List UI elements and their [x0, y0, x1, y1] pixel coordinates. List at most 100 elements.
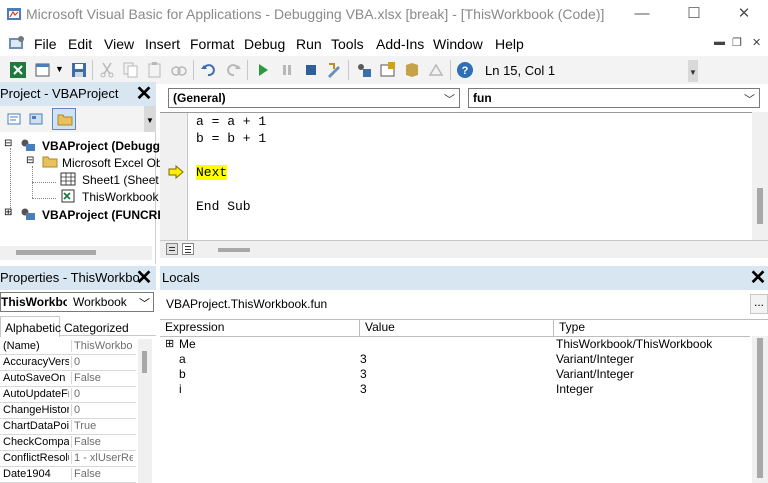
tree-node-vbaproject-debugging[interactable]: VBAProject (Debugg: [42, 139, 160, 153]
locals-close-icon[interactable]: ✕: [748, 268, 768, 288]
vba-app-icon: [7, 8, 21, 20]
properties-window-icon[interactable]: [379, 61, 397, 79]
locals-row[interactable]: i 3 Integer: [160, 382, 750, 397]
toggle-folders-button[interactable]: [52, 108, 76, 130]
property-row[interactable]: AutoUpdateFr 0: [0, 387, 136, 403]
cut-icon[interactable]: [98, 61, 116, 79]
full-module-view-button[interactable]: [182, 243, 194, 255]
break-icon[interactable]: [278, 61, 296, 79]
object-browser-icon[interactable]: [403, 61, 421, 79]
call-stack-button[interactable]: ...: [750, 294, 768, 314]
code-editor[interactable]: a = a + 1 b = b + 1 Next End Sub: [160, 112, 756, 241]
menu-run[interactable]: Run: [296, 36, 322, 52]
run-icon[interactable]: [254, 61, 272, 79]
tab-alphabetic[interactable]: Alphabetic: [0, 316, 61, 337]
object-type: Workbook: [73, 295, 127, 309]
tab-categorized[interactable]: Categorized: [64, 321, 129, 335]
procedure-combo[interactable]: fun ﹀: [468, 88, 760, 108]
project-explorer: Project - VBAProject ✕ ▼ ⊟ VBAProject (D…: [0, 82, 165, 264]
project-explorer-close-icon[interactable]: ✕: [134, 84, 154, 104]
redo-icon[interactable]: [224, 61, 242, 79]
title-bar: Microsoft Visual Basic for Applications …: [0, 0, 768, 30]
help-icon[interactable]: ?: [456, 61, 474, 79]
close-button[interactable]: ✕: [732, 4, 756, 24]
mdi-restore-button[interactable]: ❐: [732, 36, 742, 49]
margin-indicator-bar[interactable]: [160, 113, 188, 241]
menu-debug[interactable]: Debug: [244, 36, 285, 52]
paste-icon[interactable]: [146, 61, 164, 79]
tree-collapse-icon[interactable]: ⊟: [26, 155, 34, 166]
project-horizontal-scrollbar[interactable]: [0, 246, 152, 260]
property-row[interactable]: CheckCompat False: [0, 435, 136, 451]
property-row[interactable]: ChartDataPoir True: [0, 419, 136, 435]
column-header-expression[interactable]: Expression: [160, 320, 360, 336]
toolbox-icon[interactable]: [427, 61, 445, 79]
code-vertical-scrollbar[interactable]: [752, 112, 768, 240]
insert-userform-icon[interactable]: [34, 61, 52, 79]
property-row[interactable]: AccuracyVers 0: [0, 355, 136, 371]
menu-insert[interactable]: Insert: [145, 36, 180, 52]
properties-close-icon[interactable]: ✕: [134, 268, 154, 288]
copy-icon[interactable]: [122, 61, 140, 79]
design-mode-icon[interactable]: [326, 61, 344, 79]
toolbar-separator: [450, 60, 451, 80]
menu-tools[interactable]: Tools: [331, 36, 364, 52]
properties-vertical-scrollbar[interactable]: [138, 339, 152, 483]
minimize-button[interactable]: —: [630, 4, 654, 24]
menu-help[interactable]: Help: [495, 36, 524, 52]
object-combo-value: (General): [173, 91, 226, 105]
tree-node-sheet1[interactable]: Sheet1 (Sheet: [82, 173, 159, 187]
reset-icon[interactable]: [302, 61, 320, 79]
vba-project-icon[interactable]: [8, 35, 26, 51]
project-toolbar-overflow[interactable]: ▼: [144, 106, 156, 132]
column-header-type[interactable]: Type: [554, 320, 750, 336]
locals-row[interactable]: ⊞ Me ThisWorkbook/ThisWorkbook: [160, 337, 750, 352]
menu-view[interactable]: View: [104, 36, 134, 52]
save-icon[interactable]: [70, 61, 88, 79]
code-line: a = a + 1: [196, 114, 267, 129]
property-row[interactable]: (Name) ThisWorkbo: [0, 339, 136, 355]
menu-window[interactable]: Window: [433, 36, 483, 52]
menu-format[interactable]: Format: [190, 36, 234, 52]
property-row[interactable]: AutoSaveOn False: [0, 371, 136, 387]
tree-node-vbaproject-funcre[interactable]: VBAProject (FUNCRE: [42, 208, 165, 222]
code-line: End Sub: [196, 199, 251, 214]
expand-icon[interactable]: ⊞: [165, 337, 174, 350]
toolbar-options-handle[interactable]: ▼: [688, 60, 698, 82]
tree-expand-icon[interactable]: ⊞: [4, 207, 12, 218]
properties-object-combo[interactable]: ThisWorkbo Workbook ﹀: [0, 292, 154, 312]
column-header-value[interactable]: Value: [360, 320, 554, 336]
properties-header: Properties - ThisWorkbo ✕: [0, 266, 156, 290]
tree-collapse-icon[interactable]: ⊟: [4, 138, 12, 149]
insert-dropdown-chevron-icon[interactable]: ▼: [55, 64, 64, 74]
menu-file[interactable]: File: [34, 36, 57, 52]
property-row[interactable]: ConflictResolu 1 - xlUserRe: [0, 451, 136, 467]
property-row[interactable]: Date1904 False: [0, 467, 136, 483]
find-icon[interactable]: [170, 61, 188, 79]
code-horizontal-scrollbar[interactable]: [160, 240, 768, 258]
maximize-button[interactable]: ☐: [682, 4, 706, 24]
locals-vertical-scrollbar[interactable]: [752, 336, 768, 483]
property-row[interactable]: ChangeHistor 0: [0, 403, 136, 419]
project-explorer-icon[interactable]: [355, 61, 373, 79]
tree-node-excel-objects[interactable]: Microsoft Excel Obj: [62, 156, 165, 170]
folder-open-icon: [42, 156, 58, 168]
menu-edit[interactable]: Edit: [68, 36, 92, 52]
mdi-close-button[interactable]: ✕: [752, 36, 761, 49]
locals-row[interactable]: a 3 Variant/Integer: [160, 352, 750, 367]
excel-icon[interactable]: [9, 61, 27, 79]
procedure-combo-value: fun: [473, 91, 492, 105]
procedure-view-button[interactable]: [166, 243, 178, 255]
mdi-minimize-button[interactable]: ▬: [714, 36, 725, 48]
undo-icon[interactable]: [200, 61, 218, 79]
object-combo[interactable]: (General) ﹀: [168, 88, 460, 108]
view-code-icon[interactable]: [6, 111, 22, 127]
locals-row[interactable]: b 3 Variant/Integer: [160, 367, 750, 382]
vba-project-node-icon: [21, 208, 35, 220]
menu-add-ins[interactable]: Add-Ins: [376, 36, 424, 52]
toolbar-separator: [92, 60, 93, 80]
tree-node-thisworkbook[interactable]: ThisWorkbook: [82, 190, 158, 204]
cursor-position: Ln 15, Col 1: [485, 63, 556, 78]
view-object-icon[interactable]: [28, 111, 44, 127]
code-line: b = b + 1: [196, 131, 267, 146]
